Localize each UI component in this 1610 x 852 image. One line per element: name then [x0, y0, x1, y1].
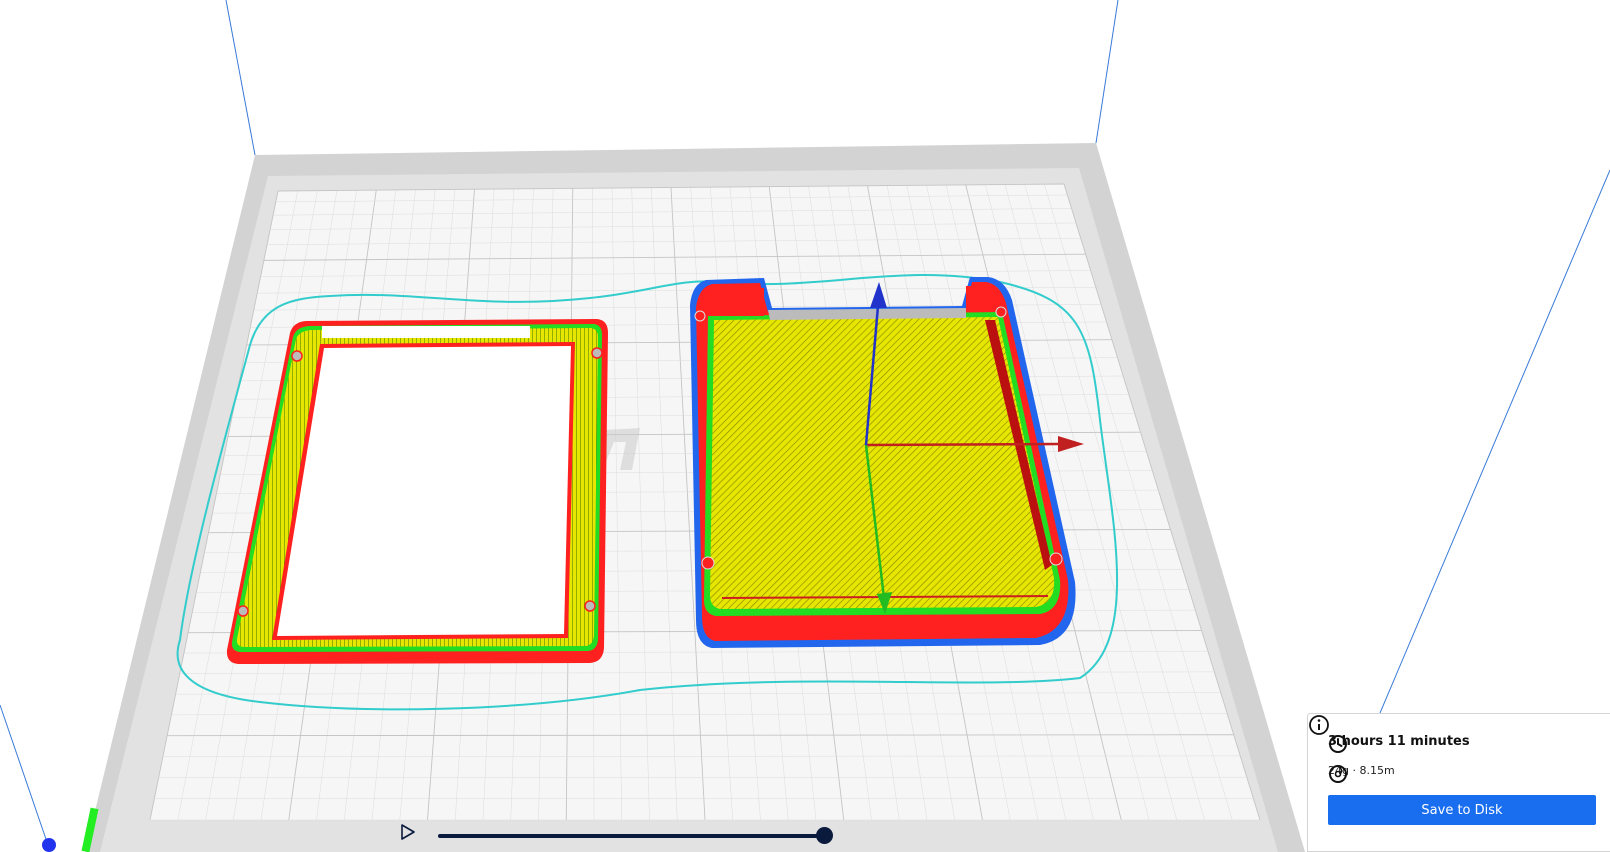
- print-time: 3 hours 11 minutes: [1328, 734, 1470, 749]
- 3d-viewport[interactable]: 3 hours 11 minutes 24g · 8.15m Save to D…: [0, 0, 1610, 852]
- save-to-disk-button[interactable]: Save to Disk: [1328, 795, 1596, 825]
- play-icon[interactable]: [400, 824, 416, 840]
- material-row: 24g · 8.15m: [1328, 764, 1395, 783]
- gizmo-x-axis[interactable]: [865, 442, 1059, 447]
- filament-spool-icon: [1329, 765, 1347, 783]
- simulation-track[interactable]: [438, 834, 824, 838]
- simulation-handle[interactable]: [816, 827, 833, 844]
- info-icon[interactable]: [1308, 714, 1330, 736]
- orientation-axes: [42, 807, 99, 852]
- print-time-row: 3 hours 11 minutes: [1328, 734, 1470, 753]
- object-frame[interactable]: [226, 319, 608, 664]
- print-info-panel: 3 hours 11 minutes 24g · 8.15m Save to D…: [1307, 713, 1610, 852]
- clock-icon: [1329, 735, 1347, 753]
- simulation-scrubber[interactable]: [400, 824, 840, 850]
